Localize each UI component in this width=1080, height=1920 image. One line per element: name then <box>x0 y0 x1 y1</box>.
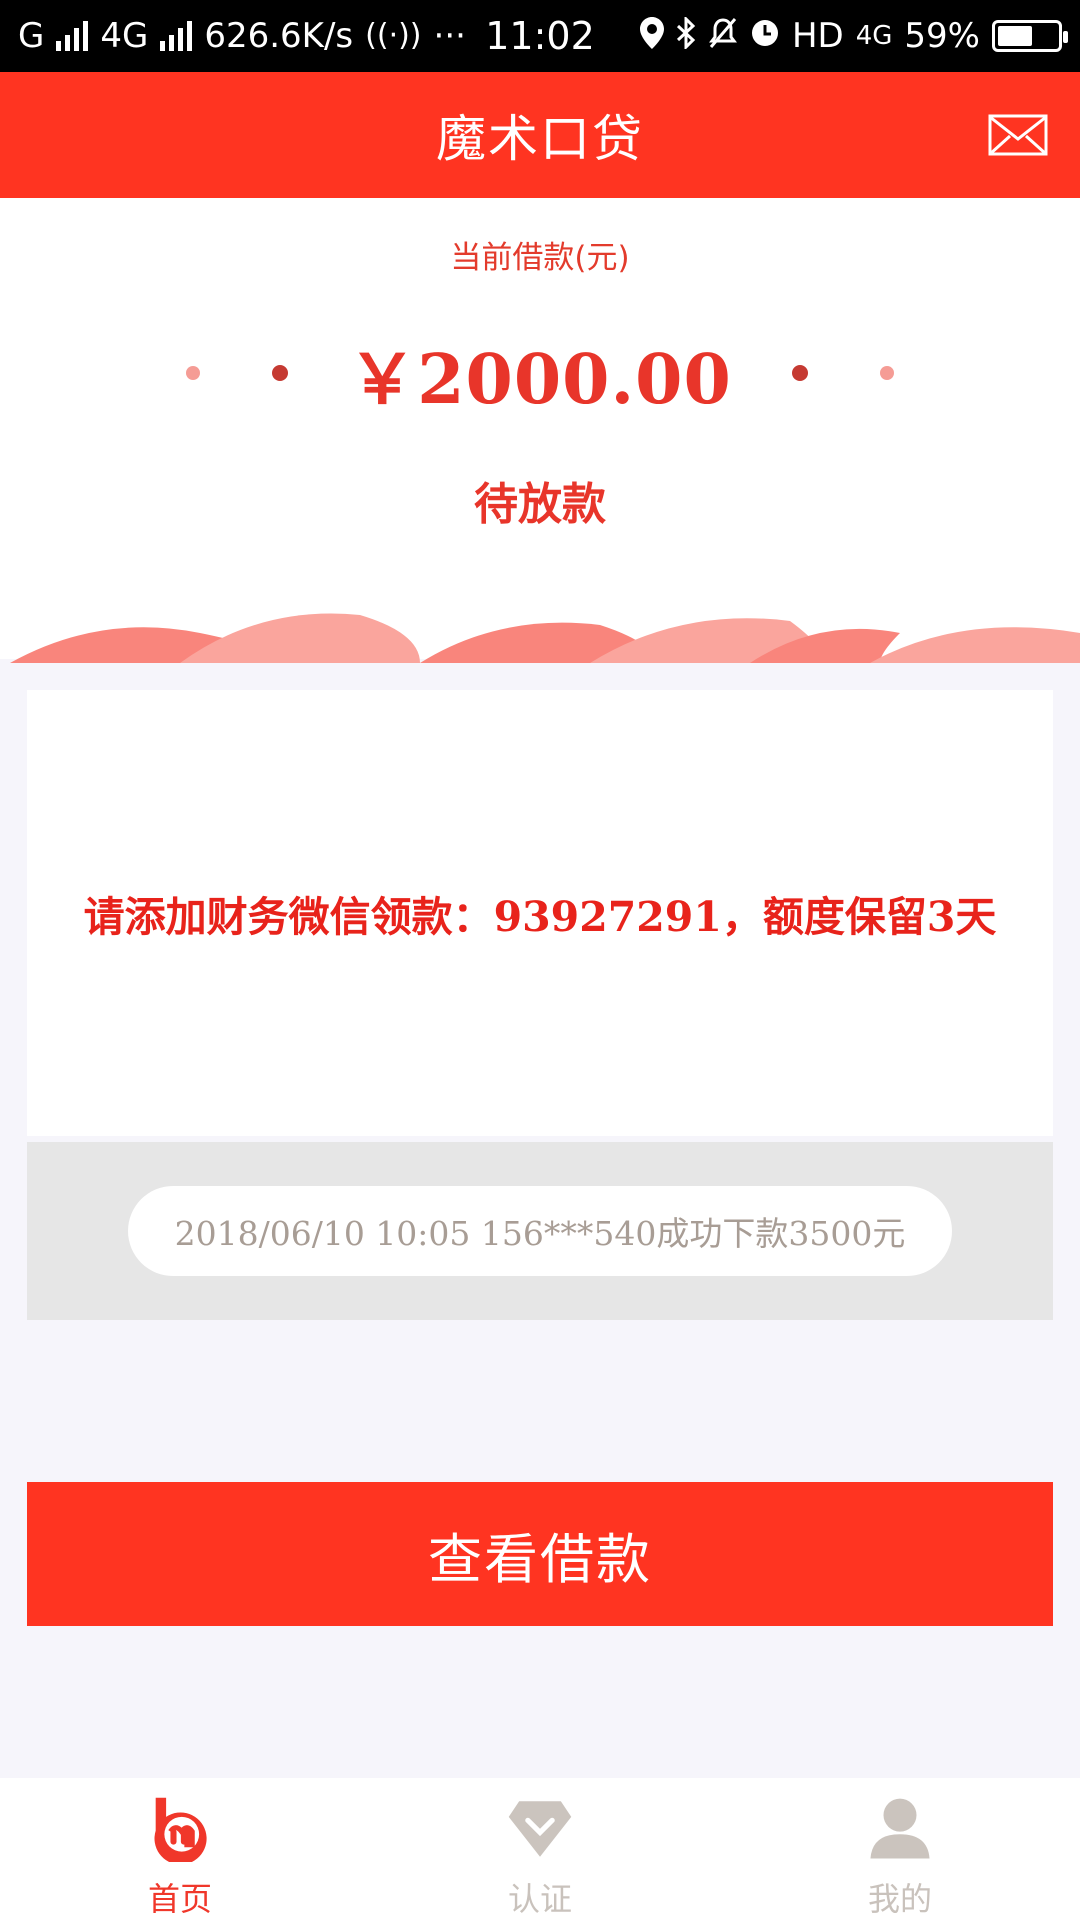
loan-ticker: 2018/06/10 10:05 156***540成功下款3500元 <box>128 1186 952 1276</box>
nav-label-verify: 认证 <box>507 1880 572 1918</box>
status-left: G 4G 626.6K/s ((·)) ··· <box>18 16 466 56</box>
decor-dot <box>186 366 200 380</box>
carrier-label: G <box>18 16 45 56</box>
loan-caption: 当前借款(元) <box>450 240 630 276</box>
notice-card: 请添加财务微信领款：93927291，额度保留3天 <box>27 690 1053 1136</box>
envelope-icon[interactable] <box>988 114 1048 156</box>
hotspot-icon: ((·)) <box>365 18 422 53</box>
wave-decoration <box>0 613 1080 663</box>
network-label-2: 4G <box>855 21 893 51</box>
signal-icon <box>56 21 89 51</box>
status-bar: G 4G 626.6K/s ((·)) ··· 11:02 HD 4G 59% <box>0 0 1080 72</box>
battery-fill <box>998 26 1033 46</box>
more-notifications: ··· <box>433 16 466 56</box>
diamond-check-icon <box>508 1801 572 1857</box>
network-speed: 626.6K/s <box>204 16 354 56</box>
network-label: 4G <box>100 16 149 56</box>
battery-percent: 59% <box>904 16 980 56</box>
nav-item-mine[interactable]: 我的 <box>720 1778 1080 1920</box>
nav-item-home[interactable]: 首页 <box>0 1778 360 1920</box>
loan-amount: ￥2000.00 <box>348 339 732 420</box>
hd-label: HD <box>791 16 844 56</box>
page-title: 魔术口贷 <box>436 110 644 168</box>
decor-dot <box>272 365 288 381</box>
decor-dot <box>792 365 808 381</box>
decor-dot <box>880 366 894 380</box>
location-icon <box>639 17 664 55</box>
home-logo-icon <box>154 1797 207 1862</box>
loan-status: 待放款 <box>474 479 606 530</box>
bottom-nav: 首页 认证 我的 <box>0 1778 1080 1920</box>
user-profile-icon <box>870 1798 930 1859</box>
view-loan-button[interactable]: 查看借款 <box>27 1482 1053 1626</box>
mute-bell-icon <box>708 17 738 55</box>
nav-item-verify[interactable]: 认证 <box>360 1778 720 1920</box>
signal-icon-2 <box>160 21 193 51</box>
amount-row: ￥2000.00 <box>0 323 1080 423</box>
loan-summary: 当前借款(元) ￥2000.00 待放款 <box>0 198 1080 663</box>
ticker-strip: 2018/06/10 10:05 156***540成功下款3500元 <box>27 1142 1053 1320</box>
nav-label-home: 首页 <box>147 1880 212 1918</box>
bluetooth-icon <box>676 15 696 55</box>
battery-icon <box>992 20 1068 52</box>
status-right: HD 4G 59% <box>639 15 1068 56</box>
nav-label-mine: 我的 <box>867 1880 932 1918</box>
alarm-icon <box>750 18 780 54</box>
app-header: 魔术口贷 <box>0 72 1080 198</box>
notice-text: 请添加财务微信领款：93927291，额度保留3天 <box>83 893 997 941</box>
